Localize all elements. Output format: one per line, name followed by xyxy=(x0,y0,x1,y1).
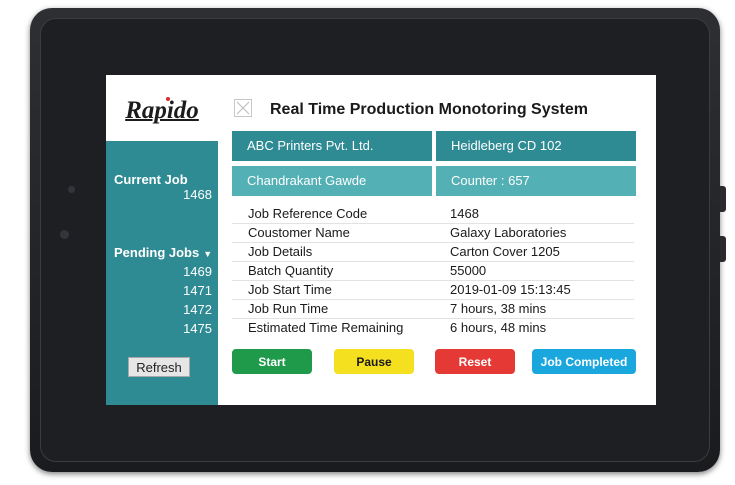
side-button-bottom xyxy=(720,236,726,262)
detail-value: 2019-01-09 15:13:45 xyxy=(450,282,571,297)
detail-label: Job Reference Code xyxy=(248,206,368,221)
close-icon[interactable] xyxy=(234,99,252,117)
detail-value: 1468 xyxy=(450,206,479,221)
table-row: Job Details Carton Cover 1205 xyxy=(232,243,634,262)
detail-label: Job Run Time xyxy=(248,301,329,316)
logo-accent-dot xyxy=(166,97,170,101)
pending-jobs-dropdown[interactable]: Pending Jobs ▼ xyxy=(114,245,212,260)
current-job-label: Current Job xyxy=(114,172,188,187)
rapido-logo: Rapido xyxy=(125,97,199,124)
main-panel: Real Time Production Monotoring System A… xyxy=(218,75,656,405)
page-title: Real Time Production Monotoring System xyxy=(270,101,588,118)
detail-label: Coustomer Name xyxy=(248,225,350,240)
start-button[interactable]: Start xyxy=(232,349,312,374)
sidebar: Rapido Current Job 1468 Pending Jobs ▼ 14… xyxy=(106,75,218,405)
company-tile: ABC Printers Pvt. Ltd. xyxy=(232,131,432,161)
caret-down-icon: ▼ xyxy=(203,249,213,259)
pause-button[interactable]: Pause xyxy=(334,349,414,374)
refresh-button[interactable]: Refresh xyxy=(128,357,190,377)
detail-value: Carton Cover 1205 xyxy=(450,244,560,259)
job-completed-button[interactable]: Job Completed xyxy=(532,349,636,374)
detail-label: Estimated Time Remaining xyxy=(248,320,404,335)
table-row: Batch Quantity 55000 xyxy=(232,262,634,281)
current-job-value: 1468 xyxy=(183,187,212,202)
counter-tile: Counter : 657 xyxy=(436,166,636,196)
table-row: Coustomer Name Galaxy Laboratories xyxy=(232,224,634,243)
pending-job-item[interactable]: 1472 xyxy=(183,302,212,317)
reset-button[interactable]: Reset xyxy=(435,349,515,374)
pending-job-item[interactable]: 1475 xyxy=(183,321,212,336)
detail-label: Job Details xyxy=(248,244,313,259)
detail-value: 55000 xyxy=(450,263,487,278)
table-row: Job Run Time 7 hours, 38 mins xyxy=(232,300,634,319)
job-panel: Current Job 1468 Pending Jobs ▼ 1469 1471… xyxy=(106,141,218,405)
camera-dot xyxy=(68,186,75,193)
machine-tile: Heidleberg CD 102 xyxy=(436,131,636,161)
pending-jobs-label: Pending Jobs xyxy=(114,245,200,260)
detail-label: Job Start Time xyxy=(248,282,332,297)
pending-job-item[interactable]: 1471 xyxy=(183,283,212,298)
detail-value: 6 hours, 48 mins xyxy=(450,320,547,335)
app-screen: Rapido Current Job 1468 Pending Jobs ▼ 14… xyxy=(106,75,656,405)
detail-label: Batch Quantity xyxy=(248,263,334,278)
table-row: Estimated Time Remaining 6 hours, 48 min… xyxy=(232,319,634,337)
detail-value: Galaxy Laboratories xyxy=(450,225,567,240)
pending-job-item[interactable]: 1469 xyxy=(183,264,212,279)
sensor-dot xyxy=(60,230,69,239)
detail-value: 7 hours, 38 mins xyxy=(450,301,547,316)
table-row: Job Reference Code 1468 xyxy=(232,205,634,224)
side-button-top xyxy=(720,186,726,212)
operator-tile: Chandrakant Gawde xyxy=(232,166,432,196)
table-row: Job Start Time 2019-01-09 15:13:45 xyxy=(232,281,634,300)
